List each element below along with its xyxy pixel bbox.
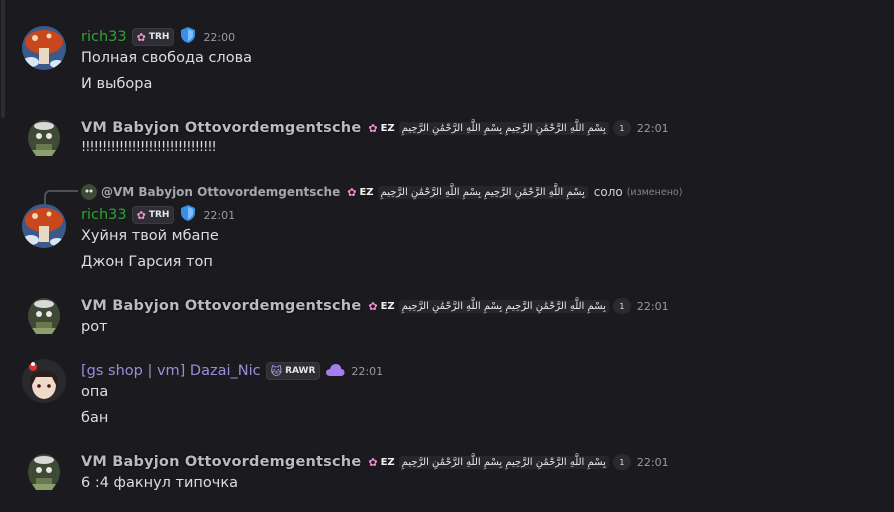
reply-username[interactable]: @VM Babyjon Ottovordemgentsche <box>101 185 340 199</box>
message-text: рот <box>81 319 108 335</box>
avatar-vm-babyjon[interactable] <box>22 294 66 338</box>
server-tag[interactable]: 🐱 RAWR <box>265 362 321 380</box>
tag-text: TRH <box>148 32 170 42</box>
tag-text: EZ <box>359 186 374 198</box>
tag-text: EZ <box>380 300 395 312</box>
reply-text: соло <box>593 185 623 199</box>
mushroom-avatar-icon <box>22 204 66 248</box>
anime-avatar-icon <box>22 359 66 403</box>
server-tag[interactable]: ✿ EZ <box>366 454 396 470</box>
mushroom-avatar-icon <box>22 26 66 70</box>
message-text: бан <box>81 410 109 426</box>
reply-preview[interactable]: @VM Babyjon Ottovordemgentsche ✿ EZ بِسْ… <box>81 183 682 201</box>
reply-avatar <box>81 184 97 200</box>
message-text: 6 :4 факнул типочка <box>81 475 238 491</box>
username[interactable]: rich33 <box>81 29 127 45</box>
flower-icon: ✿ <box>368 121 378 135</box>
shield-icon[interactable] <box>179 26 197 48</box>
flower-icon: ✿ <box>136 208 146 222</box>
tag-text: TRH <box>148 210 170 220</box>
avatar-vm-babyjon[interactable] <box>22 116 66 160</box>
flower-icon: ✿ <box>368 455 378 469</box>
timestamp[interactable]: 22:01 <box>637 122 669 135</box>
message-text: И выбора <box>81 76 153 92</box>
avatar-vm-babyjon[interactable] <box>22 450 66 494</box>
shield-icon[interactable] <box>179 204 197 226</box>
server-tag[interactable]: ✿ TRH <box>131 206 175 224</box>
message-text: опа <box>81 384 109 400</box>
timestamp[interactable]: 22:00 <box>203 31 235 44</box>
message-text: Джон Гарсия топ <box>81 254 213 270</box>
reply-arabic-text: بِسْمِ اللَّهِ الرَّحْمَٰنِ الرَّحِيمِ ب… <box>377 185 588 199</box>
server-tag[interactable]: ✿ TRH <box>131 28 175 46</box>
flower-icon: ✿ <box>347 185 357 199</box>
scrollbar-thumb[interactable] <box>1 0 5 118</box>
tag-text: RAWR <box>285 366 316 376</box>
small-badge[interactable]: 1 <box>612 298 631 314</box>
skull-avatar-icon <box>22 116 66 160</box>
reply-server-tag: ✿ EZ <box>345 184 375 200</box>
timestamp[interactable]: 22:01 <box>637 456 669 469</box>
tag-text: EZ <box>380 456 395 468</box>
username[interactable]: VM Babyjon Ottovordemgentsche <box>81 454 361 470</box>
edited-label: (изменено) <box>626 186 683 198</box>
timestamp[interactable]: 22:01 <box>203 209 235 222</box>
avatar-rich33[interactable] <box>22 26 66 70</box>
arabic-nickname-text: بِسْمِ اللَّهِ الرَّحْمَٰنِ الرَّحِيمِ ب… <box>398 121 609 135</box>
username[interactable]: VM Babyjon Ottovordemgentsche <box>81 298 361 314</box>
arabic-nickname-text: بِسْمِ اللَّهِ الرَّحْمَٰنِ الرَّحِيمِ ب… <box>398 455 609 469</box>
scrollbar-track[interactable] <box>0 0 6 512</box>
small-badge[interactable]: 1 <box>612 454 631 470</box>
username[interactable]: VM Babyjon Ottovordemgentsche <box>81 120 361 136</box>
skull-avatar-icon <box>22 450 66 494</box>
cloud-icon[interactable] <box>325 362 345 381</box>
timestamp[interactable]: 22:01 <box>637 300 669 313</box>
username[interactable]: [gs shop | vm] Dazai_Nic <box>81 363 261 379</box>
flower-icon: ✿ <box>368 299 378 313</box>
username[interactable]: rich33 <box>81 207 127 223</box>
avatar-rich33[interactable] <box>22 204 66 248</box>
message-text: !!!!!!!!!!!!!!!!!!!!!!!!!!!!!!!! <box>81 140 217 155</box>
avatar-dazai-nic[interactable] <box>22 359 66 403</box>
timestamp[interactable]: 22:01 <box>351 365 383 378</box>
flower-icon: ✿ <box>136 30 146 44</box>
message-text: Полная свобода слова <box>81 50 253 66</box>
skull-avatar-icon <box>22 294 66 338</box>
arabic-nickname-text: بِسْمِ اللَّهِ الرَّحْمَٰنِ الرَّحِيمِ ب… <box>398 299 609 313</box>
message-text: Хуйня твой мбапе <box>81 228 219 244</box>
small-badge[interactable]: 1 <box>612 120 631 136</box>
server-tag[interactable]: ✿ EZ <box>366 298 396 314</box>
cat-icon: 🐱 <box>270 364 283 378</box>
server-tag[interactable]: ✿ EZ <box>366 120 396 136</box>
reply-spine <box>44 190 78 206</box>
tag-text: EZ <box>380 122 395 134</box>
